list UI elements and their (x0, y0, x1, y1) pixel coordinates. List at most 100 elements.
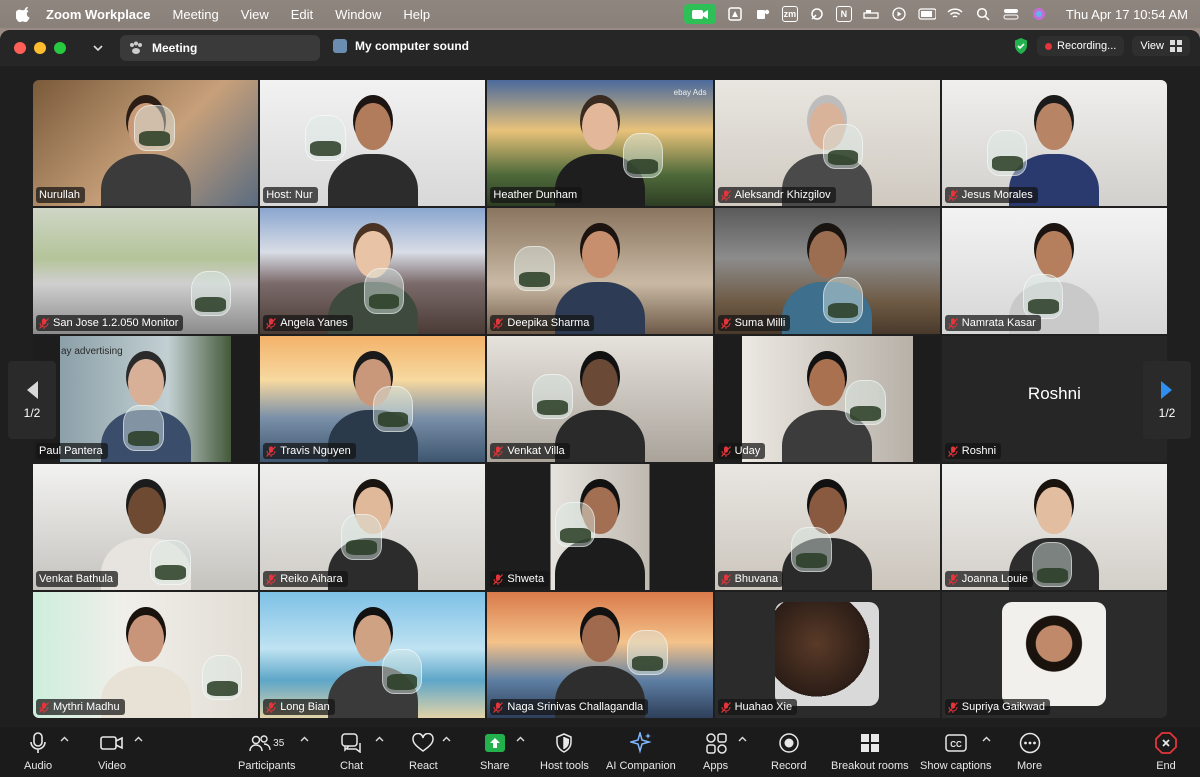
participants-button[interactable]: 35 Participants (238, 730, 295, 772)
participant-tile[interactable]: Jesus Morales (941, 80, 1167, 206)
muted-mic-icon (947, 701, 958, 713)
video-button[interactable]: Video (98, 730, 126, 772)
wifi-icon[interactable] (946, 6, 964, 22)
control-center-icon[interactable] (1002, 6, 1020, 22)
participant-tile[interactable]: ay advertising Paul Pantera (33, 336, 259, 462)
previous-page-button[interactable]: 1/2 (8, 361, 56, 439)
muted-mic-icon (39, 317, 49, 329)
participant-tile[interactable]: Roshni Roshni (941, 336, 1167, 462)
participant-tile[interactable]: Bhuvana (714, 464, 940, 590)
participant-tile[interactable]: Deepika Sharma (487, 208, 713, 334)
participant-face (809, 230, 846, 279)
participant-tile[interactable]: Joanna Louie (941, 464, 1167, 590)
participant-face (581, 102, 618, 151)
participant-name-tag: Huahao Xie (717, 699, 798, 715)
shared-sound-indicator: My computer sound (333, 39, 469, 53)
terrarium-jar (190, 271, 232, 317)
menubar-clock[interactable]: Thu Apr 17 10:54 AM (1066, 7, 1188, 22)
muted-mic-icon (266, 701, 277, 713)
zoom-meeting-window: Meeting My computer sound Recording... V… (0, 30, 1200, 777)
participant-name: Travis Nguyen (280, 445, 351, 457)
more-button[interactable]: More (1017, 730, 1042, 772)
share-options-chevron-icon[interactable] (516, 735, 525, 744)
muted-mic-icon (39, 701, 49, 713)
notion-icon[interactable]: N (835, 6, 852, 22)
participant-tile[interactable]: Long Bian (260, 592, 486, 718)
participants-options-chevron-icon[interactable] (300, 735, 309, 744)
participant-tile[interactable]: Angela Yanes (260, 208, 486, 334)
participant-tile[interactable]: Shweta (487, 464, 713, 590)
menu-view[interactable]: View (241, 7, 269, 22)
next-page-button[interactable]: 1/2 (1143, 361, 1191, 439)
audio-options-chevron-icon[interactable] (60, 735, 69, 744)
zoom-camera-status-icon[interactable] (683, 4, 716, 24)
host-tools-button[interactable]: Host tools (540, 730, 589, 772)
ai-companion-button[interactable]: AI Companion (606, 730, 676, 772)
apple-icon[interactable] (16, 6, 32, 22)
participant-tile[interactable]: Aleksandr Khizgilov (714, 80, 940, 206)
react-options-chevron-icon[interactable] (442, 735, 451, 744)
tab-meeting[interactable]: Meeting (120, 35, 320, 61)
participant-tile[interactable]: Naga Srinivas Challagandla (487, 592, 713, 718)
share-button[interactable]: Share (480, 730, 509, 772)
menu-edit[interactable]: Edit (291, 7, 313, 22)
terrarium-jar (622, 132, 664, 179)
menu-meeting[interactable]: Meeting (173, 7, 219, 22)
participant-tile[interactable]: Supriya Gaikwad (941, 592, 1167, 718)
participant-tile[interactable]: ebay Ads Heather Dunham (487, 80, 713, 206)
record-button[interactable]: Record (771, 730, 806, 772)
teams-icon[interactable] (754, 6, 772, 22)
apps-options-chevron-icon[interactable] (738, 735, 747, 744)
end-meeting-button[interactable]: End (1155, 730, 1177, 772)
participant-tile[interactable]: Mythri Madhu (33, 592, 259, 718)
video-options-chevron-icon[interactable] (134, 735, 143, 744)
participant-tile[interactable]: Suma Milli (714, 208, 940, 334)
muted-mic-icon (720, 189, 731, 201)
participant-tile[interactable]: Venkat Bathula (33, 464, 259, 590)
chat-options-chevron-icon[interactable] (375, 735, 384, 744)
spotlight-search-icon[interactable] (974, 6, 992, 22)
menu-app-name[interactable]: Zoom Workplace (46, 7, 151, 22)
encryption-shield-icon[interactable] (1013, 37, 1029, 55)
recording-indicator[interactable]: Recording... (1037, 36, 1125, 56)
bed-icon[interactable] (862, 6, 880, 22)
siri-icon[interactable] (1030, 6, 1048, 22)
minimize-window-button[interactable] (34, 42, 46, 54)
participant-tile[interactable]: Uday (714, 336, 940, 462)
maximize-window-button[interactable] (54, 42, 66, 54)
participant-tile[interactable]: Host: Nur (260, 80, 486, 206)
show-captions-button[interactable]: CC Show captions (920, 730, 992, 772)
participant-tile[interactable]: Namrata Kasar (941, 208, 1167, 334)
react-button[interactable]: React (409, 730, 438, 772)
participant-tile[interactable]: Huahao Xie (714, 592, 940, 718)
participant-name-tag: Venkat Bathula (36, 571, 119, 587)
chevron-down-icon[interactable] (92, 42, 104, 54)
menu-window[interactable]: Window (335, 7, 381, 22)
view-button[interactable]: View (1132, 36, 1190, 56)
apps-button[interactable]: Apps (703, 730, 728, 772)
captions-options-chevron-icon[interactable] (982, 735, 991, 744)
participant-tile[interactable]: San Jose 1.2.050 Monitor (33, 208, 259, 334)
drive-icon[interactable] (726, 6, 744, 22)
paw-icon (130, 41, 142, 54)
closed-captions-icon: CC (945, 734, 967, 752)
participant-tile[interactable]: Nurullah (33, 80, 259, 206)
participant-tile[interactable]: Travis Nguyen (260, 336, 486, 462)
participant-tile[interactable]: Venkat Villa (487, 336, 713, 462)
play-circle-icon[interactable] (890, 6, 908, 22)
video-camera-icon (100, 736, 123, 750)
page-indicator-left: 1/2 (23, 406, 41, 420)
virtual-background-logo: ay advertising (61, 346, 123, 357)
close-window-button[interactable] (14, 42, 26, 54)
chat-button[interactable]: Chat (340, 730, 363, 772)
menu-help[interactable]: Help (403, 7, 430, 22)
breakout-rooms-button[interactable]: Breakout rooms (831, 730, 909, 772)
sync-icon[interactable] (808, 6, 826, 22)
participants-icon (249, 735, 271, 752)
audio-button[interactable]: Audio (24, 730, 52, 772)
participant-tile[interactable]: Reiko Aihara (260, 464, 486, 590)
participant-name-tag: Jesus Morales (944, 187, 1038, 203)
zoom-menubar-icon[interactable]: zm (781, 6, 798, 22)
muted-mic-icon (720, 573, 731, 585)
battery-icon[interactable] (918, 6, 936, 22)
